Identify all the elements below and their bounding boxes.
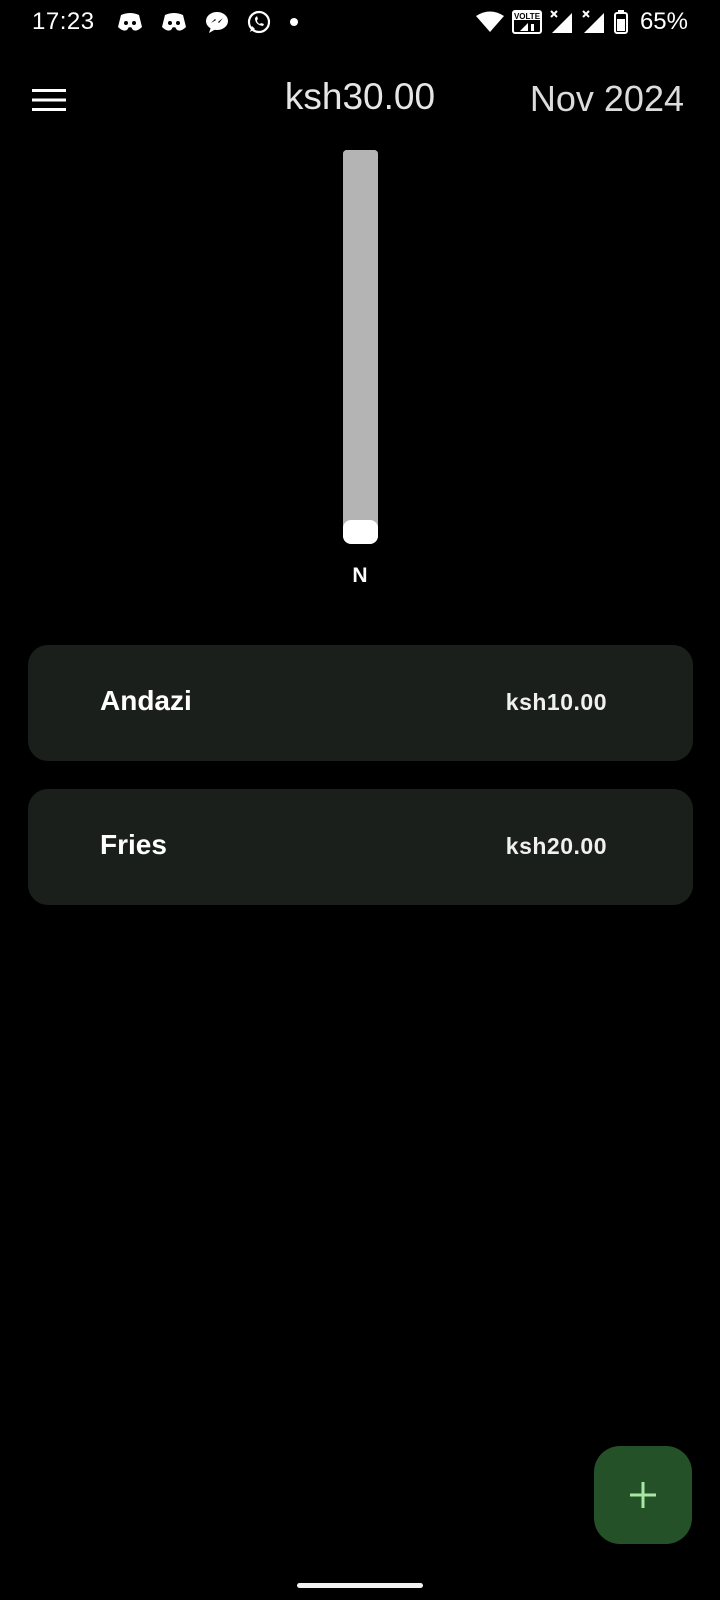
signal-icon [550,10,574,34]
status-left: 17:23 [32,8,299,36]
app-bar: ksh30.00 Nov 2024 [0,60,720,140]
expense-name: Fries [100,829,167,860]
status-right: VOLTE 65% [475,8,688,36]
battery-percent: 65% [639,8,688,35]
plus-icon [630,1482,656,1508]
chart-bar-handle [343,520,378,544]
volte-label: VOLTE [514,12,541,21]
chart-bar [343,150,378,540]
wifi-icon [475,11,504,33]
expense-amount: ksh20.00 [505,833,607,859]
expense-list: Andazi ksh10.00 Fries ksh20.00 [28,645,693,933]
status-bar: 17:23 VOLTE 65% [0,0,720,44]
status-time: 17:23 [32,8,95,35]
volte-icon: VOLTE [511,10,542,34]
expense-amount: ksh10.00 [505,689,607,715]
battery-icon [613,10,628,34]
dot-icon [289,17,299,27]
messenger-icon [205,11,229,33]
spending-chart: N [0,146,720,596]
whatsapp-icon [247,10,271,34]
expense-name: Andazi [100,685,192,716]
add-expense-button[interactable] [594,1446,692,1544]
signal-icon [582,10,606,34]
discord-icon [161,11,187,33]
month-selector[interactable]: Nov 2024 [530,78,684,120]
chart-category-label: N [352,564,368,587]
home-indicator[interactable] [297,1583,423,1588]
discord-icon [117,11,143,33]
screen: 17:23 VOLTE 65% ksh30.00 Nov 2024 N Anda… [0,0,720,1600]
list-item[interactable]: Andazi ksh10.00 [28,645,693,761]
list-item[interactable]: Fries ksh20.00 [28,789,693,905]
chart-bar-track [343,150,378,540]
